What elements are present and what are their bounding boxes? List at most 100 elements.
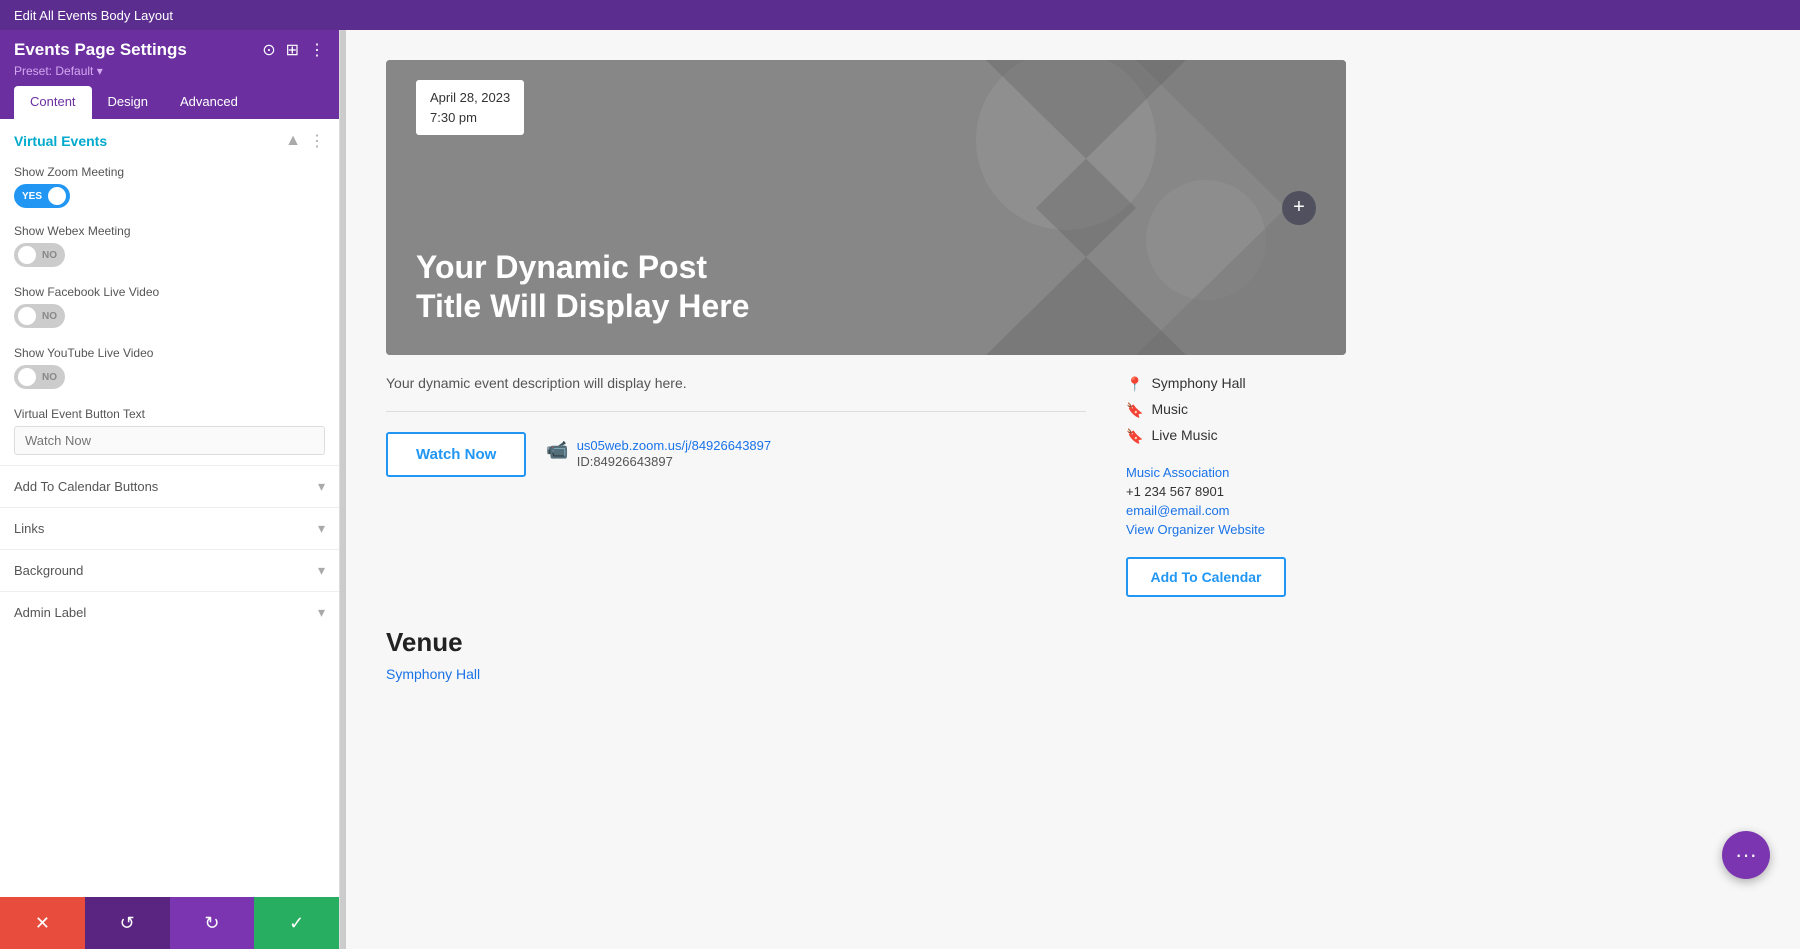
cancel-button[interactable]: ✕ — [0, 897, 85, 949]
tab-advanced[interactable]: Advanced — [164, 86, 254, 119]
sidebar-body: Virtual Events ▲ ⋮ Show Zoom Meeting YES — [0, 119, 339, 897]
tag-live-music-item: 🔖 Live Music — [1126, 427, 1346, 445]
more-icon[interactable]: ⋮ — [309, 40, 325, 60]
sidebar-header: Events Page Settings ⊙ ⊞ ⋮ Preset: Defau… — [0, 30, 339, 119]
main-content: April 28, 2023 7:30 pm Your Dynamic Post… — [346, 30, 1800, 949]
focus-icon[interactable]: ⊙ — [262, 40, 275, 60]
tag-icon-2: 🔖 — [1126, 428, 1143, 445]
organizer-website[interactable]: View Organizer Website — [1126, 522, 1346, 537]
venue-section-title: Venue — [386, 627, 1346, 658]
zoom-link[interactable]: us05web.zoom.us/j/84926643897 — [577, 438, 771, 453]
show-webex-toggle-label: NO — [38, 250, 61, 261]
sidebar-header-icons: ⊙ ⊞ ⋮ — [262, 40, 325, 60]
show-youtube-toggle-label: NO — [38, 372, 61, 383]
organizer-name[interactable]: Music Association — [1126, 465, 1346, 480]
show-youtube-field: Show YouTube Live Video NO — [0, 340, 339, 401]
bottom-toolbar: ✕ ↺ ↻ ✓ — [0, 897, 339, 949]
sidebar-title: Events Page Settings — [14, 40, 187, 60]
event-description: Your dynamic event description will disp… — [386, 375, 1086, 391]
background-section[interactable]: Background ▾ — [0, 549, 339, 591]
button-text-field: Virtual Event Button Text — [0, 401, 339, 465]
collapse-icon[interactable]: ▲ — [285, 132, 301, 150]
watch-divider — [386, 411, 1086, 412]
background-chevron: ▾ — [318, 562, 325, 579]
show-youtube-toggle[interactable]: NO — [14, 365, 65, 389]
save-icon: ✓ — [289, 913, 304, 934]
venue-name: Symphony Hall — [1151, 375, 1245, 391]
organizer-email[interactable]: email@email.com — [1126, 503, 1346, 518]
content-row: Your dynamic event description will disp… — [386, 375, 1346, 597]
content-main: Your dynamic event description will disp… — [386, 375, 1086, 597]
section-header-icons: ▲ ⋮ — [285, 131, 325, 151]
save-button[interactable]: ✓ — [254, 897, 339, 949]
show-zoom-toggle[interactable]: YES — [14, 184, 70, 208]
show-zoom-label: Show Zoom Meeting — [14, 165, 325, 179]
organizer-section: Music Association +1 234 567 8901 email@… — [1126, 465, 1346, 537]
show-zoom-knob — [48, 187, 66, 205]
venue-info-item: 📍 Symphony Hall — [1126, 375, 1346, 393]
virtual-events-title: Virtual Events — [14, 133, 107, 149]
show-webex-field: Show Webex Meeting NO — [0, 218, 339, 279]
show-webex-knob — [18, 246, 36, 264]
sidebar-tabs: Content Design Advanced — [14, 86, 325, 119]
show-facebook-toggle-label: NO — [38, 311, 61, 322]
section-more-icon[interactable]: ⋮ — [309, 131, 325, 151]
sidebar: Events Page Settings ⊙ ⊞ ⋮ Preset: Defau… — [0, 30, 340, 949]
content-sidebar-info: 📍 Symphony Hall 🔖 Music 🔖 Live Music Mus… — [1126, 375, 1346, 597]
links-section[interactable]: Links ▾ — [0, 507, 339, 549]
add-to-calendar-label: Add To Calendar Buttons — [14, 479, 158, 494]
organizer-phone: +1 234 567 8901 — [1126, 484, 1346, 499]
show-facebook-knob — [18, 307, 36, 325]
tag-music-item: 🔖 Music — [1126, 401, 1346, 419]
show-webex-toggle[interactable]: NO — [14, 243, 65, 267]
watch-row: Watch Now 📹 us05web.zoom.us/j/8492664389… — [386, 432, 1086, 477]
zoom-details: us05web.zoom.us/j/84926643897 ID:8492664… — [577, 438, 771, 471]
show-facebook-toggle[interactable]: NO — [14, 304, 65, 328]
button-text-input[interactable] — [14, 426, 325, 455]
hero-time: 7:30 pm — [430, 110, 477, 125]
redo-button[interactable]: ↻ — [170, 897, 255, 949]
button-text-label: Virtual Event Button Text — [14, 407, 325, 421]
undo-button[interactable]: ↺ — [85, 897, 170, 949]
tag-icon-1: 🔖 — [1126, 402, 1143, 419]
add-to-calendar-section[interactable]: Add To Calendar Buttons ▾ — [0, 465, 339, 507]
show-facebook-field: Show Facebook Live Video NO — [0, 279, 339, 340]
tag-music: Music — [1151, 401, 1188, 417]
show-zoom-toggle-row: YES — [14, 184, 325, 208]
sidebar-preset[interactable]: Preset: Default ▾ — [14, 64, 325, 78]
float-action-button[interactable]: ··· — [1722, 831, 1770, 879]
top-bar-title: Edit All Events Body Layout — [14, 8, 173, 23]
show-youtube-knob — [18, 368, 36, 386]
show-youtube-label: Show YouTube Live Video — [14, 346, 325, 360]
hero-date: April 28, 2023 — [430, 90, 510, 105]
add-to-calendar-chevron: ▾ — [318, 478, 325, 495]
tab-design[interactable]: Design — [92, 86, 164, 119]
columns-icon[interactable]: ⊞ — [286, 40, 299, 60]
location-icon: 📍 — [1126, 376, 1143, 393]
background-label: Background — [14, 563, 83, 578]
admin-label-chevron: ▾ — [318, 604, 325, 621]
show-zoom-toggle-label: YES — [18, 191, 46, 202]
tag-live-music: Live Music — [1151, 427, 1217, 443]
watch-now-button[interactable]: Watch Now — [386, 432, 526, 477]
virtual-events-section-header: Virtual Events ▲ ⋮ — [0, 119, 339, 159]
show-zoom-field: Show Zoom Meeting YES — [0, 159, 339, 218]
add-to-calendar-button[interactable]: Add To Calendar — [1126, 557, 1286, 597]
hero-image: April 28, 2023 7:30 pm Your Dynamic Post… — [386, 60, 1346, 355]
venue-section: Venue Symphony Hall — [386, 627, 1346, 684]
cancel-icon: ✕ — [35, 913, 50, 934]
show-webex-label: Show Webex Meeting — [14, 224, 325, 238]
show-facebook-label: Show Facebook Live Video — [14, 285, 325, 299]
video-icon: 📹 — [546, 440, 568, 461]
hero-plus-button[interactable]: + — [1282, 191, 1316, 225]
hero-title: Your Dynamic Post Title Will Display Her… — [416, 248, 756, 325]
tab-content[interactable]: Content — [14, 86, 92, 119]
admin-label-section[interactable]: Admin Label ▾ — [0, 591, 339, 633]
venue-section-link[interactable]: Symphony Hall — [386, 666, 480, 682]
top-bar: Edit All Events Body Layout — [0, 0, 1800, 30]
links-chevron: ▾ — [318, 520, 325, 537]
admin-label-label: Admin Label — [14, 605, 86, 620]
redo-icon: ↻ — [204, 913, 219, 934]
zoom-info: 📹 us05web.zoom.us/j/84926643897 ID:84926… — [546, 438, 771, 471]
undo-icon: ↺ — [120, 913, 135, 934]
